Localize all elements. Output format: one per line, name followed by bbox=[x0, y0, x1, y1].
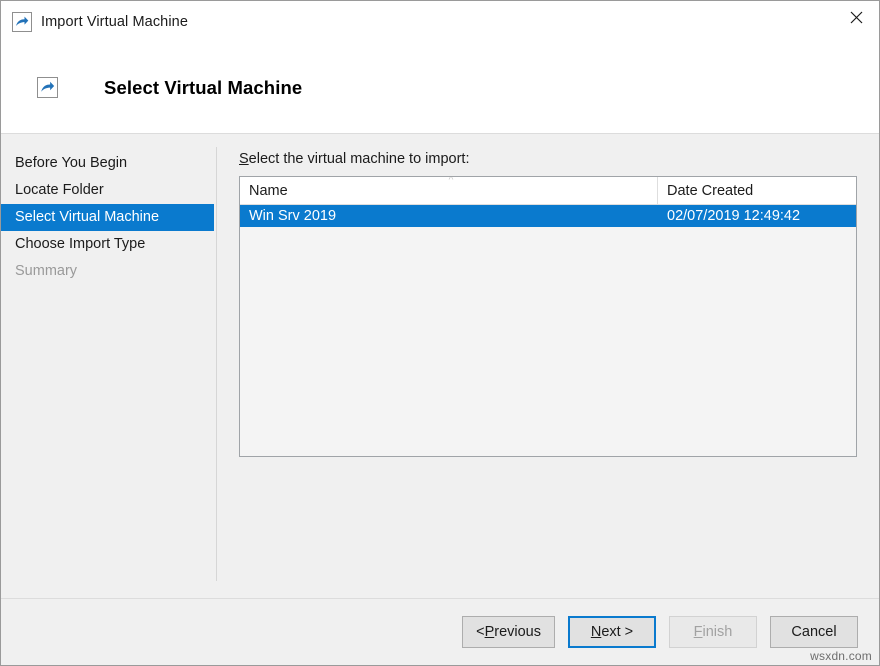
page-header: Select Virtual Machine bbox=[1, 42, 879, 134]
import-vm-icon bbox=[37, 77, 58, 98]
main-content: Select the virtual machine to import: Na… bbox=[216, 134, 879, 598]
previous-button-accesskey: P bbox=[484, 624, 495, 640]
finish-button-accesskey: F bbox=[693, 624, 703, 640]
list-rows: Win Srv 2019 02/07/2019 12:49:42 bbox=[240, 205, 856, 456]
sidebar-item-select-virtual-machine[interactable]: Select Virtual Machine bbox=[1, 204, 214, 231]
column-header-name[interactable]: Name ^ bbox=[240, 177, 658, 204]
import-virtual-machine-dialog: Import Virtual Machine Select Virtual Ma… bbox=[0, 0, 880, 666]
cancel-button[interactable]: Cancel bbox=[770, 616, 858, 648]
previous-button-prefix: < bbox=[476, 624, 485, 640]
column-header-date-created-label: Date Created bbox=[667, 183, 754, 199]
column-header-date-created[interactable]: Date Created bbox=[658, 177, 856, 204]
sort-ascending-icon: ^ bbox=[448, 176, 454, 186]
sidebar-divider bbox=[216, 147, 217, 581]
column-header-name-label: Name bbox=[249, 183, 288, 199]
virtual-machine-list[interactable]: Name ^ Date Created Win Srv 2019 02/07/2… bbox=[239, 176, 857, 457]
instruction-label: Select the virtual machine to import: bbox=[239, 151, 857, 167]
cancel-button-label: Cancel bbox=[791, 624, 837, 640]
sidebar-item-locate-folder[interactable]: Locate Folder bbox=[1, 177, 216, 204]
instruction-accesskey: S bbox=[239, 151, 249, 167]
watermark: wsxdn.com bbox=[810, 649, 872, 663]
sidebar-item-summary: Summary bbox=[15, 263, 78, 279]
cell-date-created: 02/07/2019 12:49:42 bbox=[667, 208, 801, 224]
finish-button: Finish bbox=[669, 616, 757, 648]
finish-button-suffix: inish bbox=[702, 624, 733, 640]
wizard-steps-sidebar: Before You Begin Locate Folder Select Vi… bbox=[1, 134, 217, 598]
next-button-suffix: ext > bbox=[601, 624, 634, 640]
title-bar: Import Virtual Machine bbox=[1, 1, 879, 42]
next-button[interactable]: Next > bbox=[568, 616, 656, 648]
list-empty-area bbox=[240, 227, 856, 456]
close-icon[interactable] bbox=[833, 1, 879, 34]
next-button-accesskey: N bbox=[590, 624, 602, 640]
previous-button[interactable]: < Previous bbox=[462, 616, 555, 648]
sidebar-item-before-you-begin[interactable]: Before You Begin bbox=[1, 150, 216, 177]
previous-button-suffix: revious bbox=[494, 624, 541, 640]
dialog-body: Before You Begin Locate Folder Select Vi… bbox=[1, 134, 879, 598]
window-title: Import Virtual Machine bbox=[41, 13, 188, 30]
cell-name: Win Srv 2019 bbox=[249, 208, 337, 224]
page-title: Select Virtual Machine bbox=[104, 76, 303, 98]
table-row[interactable]: Win Srv 2019 02/07/2019 12:49:42 bbox=[240, 205, 856, 227]
import-vm-icon bbox=[12, 11, 32, 32]
dialog-footer: < Previous Next > Finish Cancel wsxdn.co… bbox=[1, 598, 879, 665]
sidebar-item-choose-import-type[interactable]: Choose Import Type bbox=[1, 231, 216, 258]
instruction-text: elect the virtual machine to import: bbox=[248, 151, 470, 167]
list-header-row: Name ^ Date Created bbox=[240, 177, 856, 205]
